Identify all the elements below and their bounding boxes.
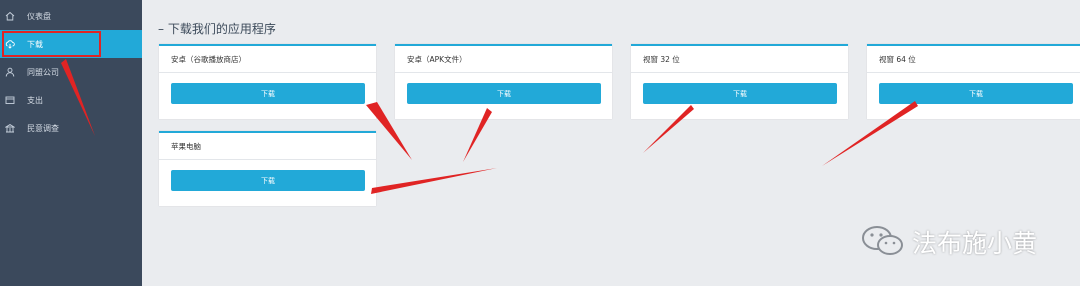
watermark-text: 法布施小黄 [912,229,1038,258]
annotation-arrow [61,59,95,136]
wechat-icon [862,226,903,255]
annotation-arrow [643,105,694,153]
annotation-arrow [366,102,412,160]
watermark: 法布施小黄 [860,222,1060,258]
annotation-arrow [371,168,497,194]
annotation-arrow [463,108,492,162]
annotation-arrow [822,101,918,166]
